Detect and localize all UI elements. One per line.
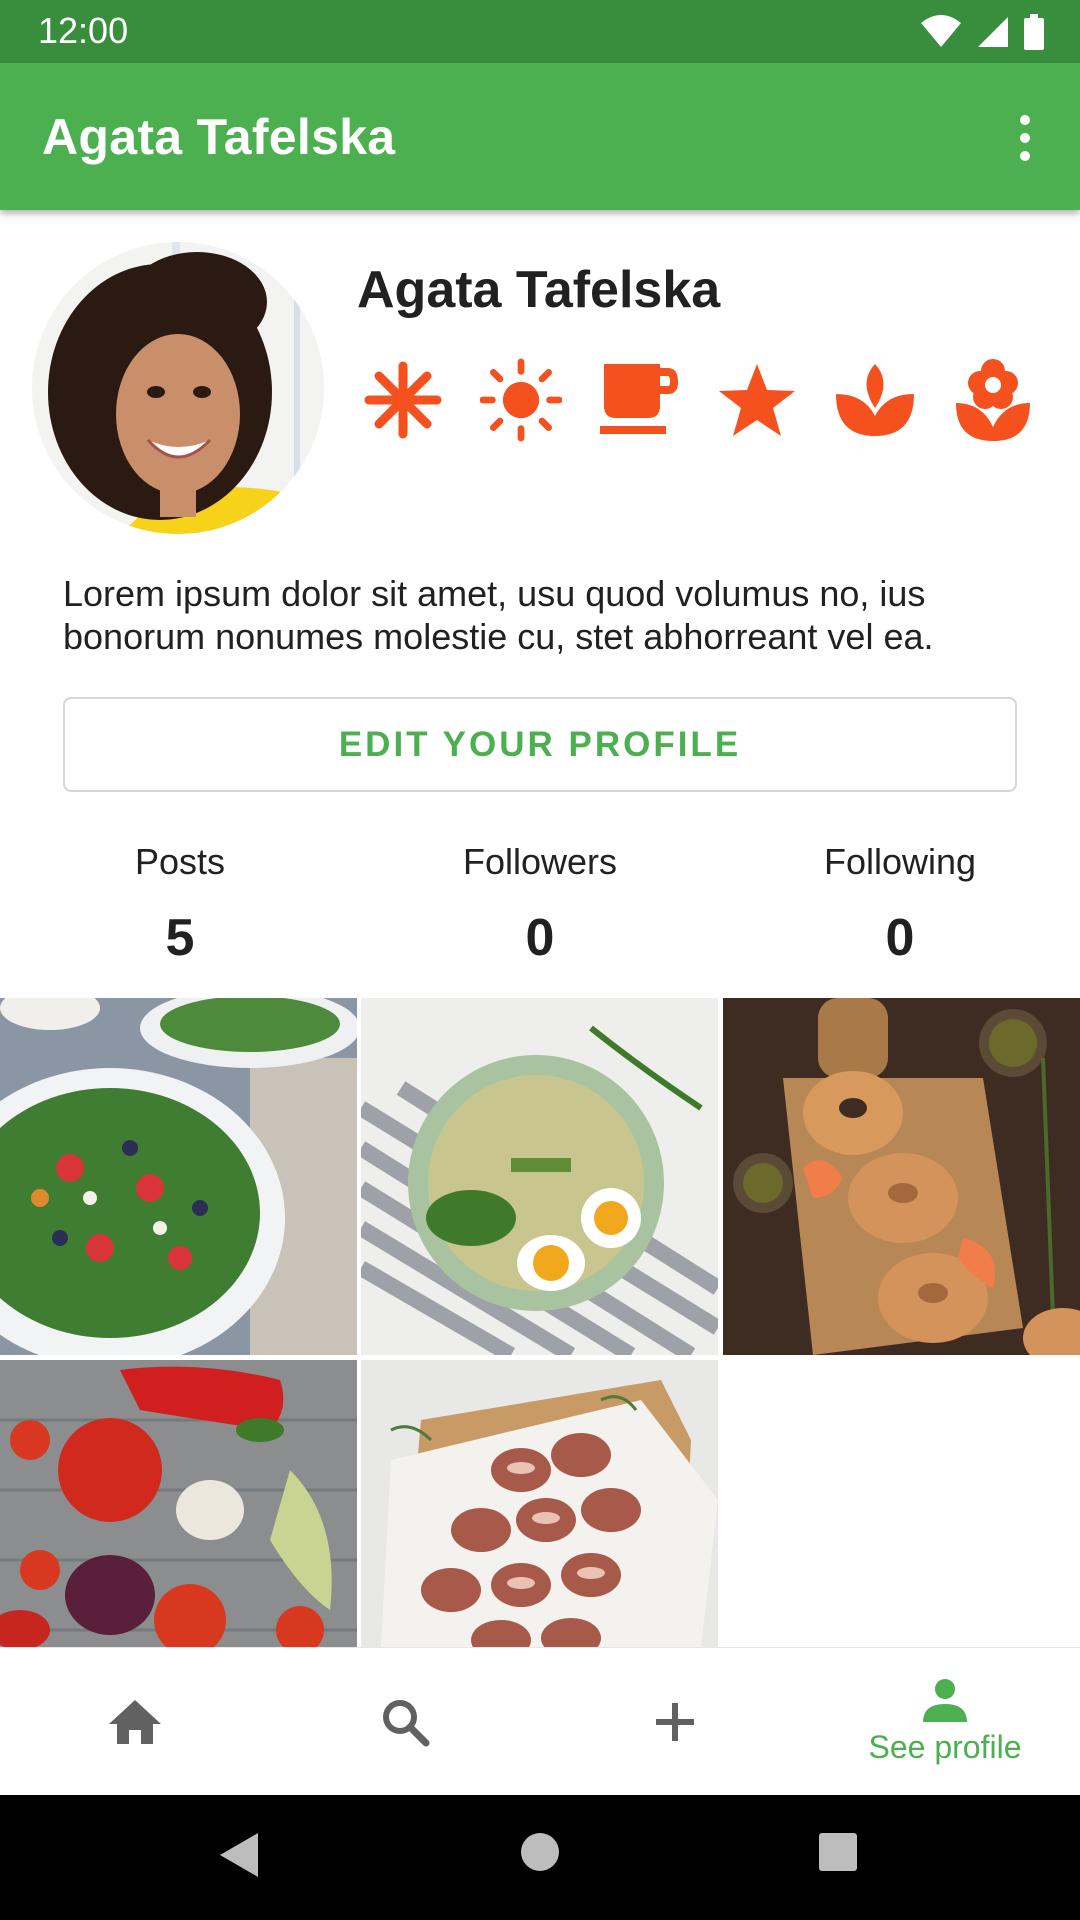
star-icon: [716, 355, 798, 445]
vegetables-photo[interactable]: [0, 1360, 357, 1647]
coffee-cup-icon: [598, 355, 680, 445]
stat-label: Following: [823, 841, 977, 882]
search-icon: [383, 1700, 430, 1747]
battery-icon: [1024, 14, 1044, 50]
snowflake-icon: [362, 355, 444, 445]
stat-posts: Posts 5: [30, 840, 330, 970]
stat-followers[interactable]: Followers 0: [390, 840, 690, 970]
system-navigation-bar: [0, 1795, 1080, 1920]
rice-egg-plate-photo[interactable]: [361, 998, 718, 1355]
recents-icon[interactable]: [817, 1831, 859, 1873]
wifi-icon: [921, 15, 961, 47]
stat-value: 0: [885, 909, 915, 967]
flower-icon: [952, 355, 1034, 445]
stat-label: Followers: [462, 841, 618, 882]
nav-label-see-profile: See profile: [868, 1729, 1022, 1765]
stat-label: Posts: [134, 841, 226, 882]
edit-profile-button[interactable]: EDIT YOUR PROFILE: [63, 697, 1017, 792]
status-bar: 12:00: [0, 0, 1080, 63]
status-icons: [920, 14, 1044, 50]
salad-bowl-photo[interactable]: [0, 998, 357, 1355]
avatar-photo: [32, 242, 324, 534]
stat-value: 0: [525, 909, 555, 967]
app-title: Agata Tafelska: [42, 109, 396, 165]
badge-row: [362, 355, 1034, 445]
profile-name: Agata Tafelska: [357, 261, 721, 319]
home-circle-icon[interactable]: [519, 1831, 561, 1873]
more-vert-icon[interactable]: [1000, 111, 1050, 165]
signal-icon: [978, 17, 1008, 47]
bagels-salmon-photo[interactable]: [723, 998, 1080, 1355]
bottom-navigation: See profile: [0, 1647, 1080, 1795]
app-bar: Agata Tafelska: [0, 63, 1080, 210]
back-icon[interactable]: [218, 1831, 260, 1879]
sun-icon: [480, 355, 562, 445]
stat-following[interactable]: Following 0: [750, 840, 1050, 970]
bacon-skewers-photo[interactable]: [361, 1360, 718, 1647]
home-icon: [109, 1700, 161, 1744]
nav-home[interactable]: [0, 1648, 270, 1796]
stat-value: 5: [165, 909, 195, 967]
nav-add[interactable]: [540, 1648, 810, 1796]
nav-see-profile[interactable]: See profile: [810, 1648, 1080, 1796]
profile-bio: Lorem ipsum dolor sit amet, usu quod vol…: [63, 573, 934, 657]
spa-leaf-icon: [834, 355, 916, 445]
avatar: [32, 242, 324, 534]
status-time: 12:00: [38, 10, 129, 51]
person-icon: [923, 1679, 967, 1722]
nav-search[interactable]: [270, 1648, 540, 1796]
add-icon: [656, 1703, 694, 1741]
